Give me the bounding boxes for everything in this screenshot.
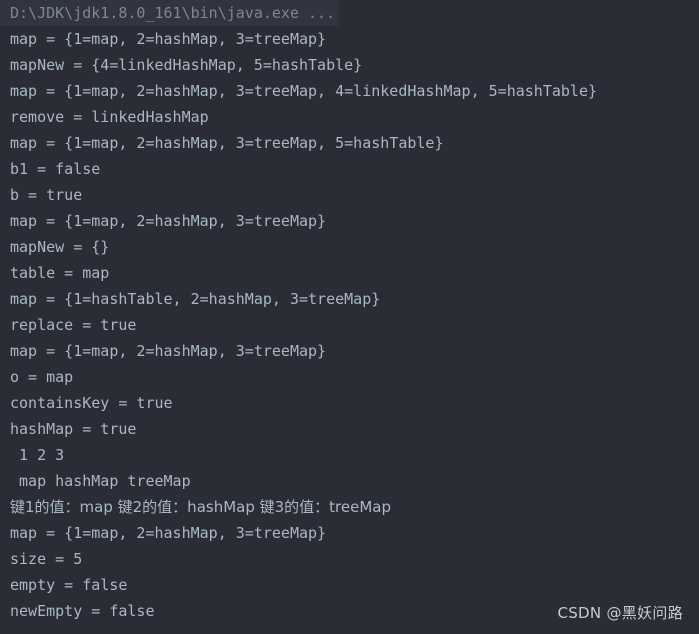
console-line: map = {1=map, 2=hashMap, 3=treeMap, 4=li… xyxy=(10,82,597,100)
console-line: hashMap = true xyxy=(10,420,137,438)
console-line: map = {1=hashTable, 2=hashMap, 3=treeMap… xyxy=(10,290,381,308)
console-line: o = map xyxy=(10,368,74,386)
console-line: table = map xyxy=(10,264,110,282)
console-line-list: D:\JDK\jdk1.8.0_161\bin\java.exe ... map… xyxy=(0,0,699,624)
console-line: map = {1=map, 2=hashMap, 3=treeMap} xyxy=(10,212,327,230)
console-line: b1 = false xyxy=(10,160,101,178)
console-line: remove = linkedHashMap xyxy=(10,108,209,126)
csdn-watermark: CSDN @黑妖问路 xyxy=(557,604,683,622)
console-line: map = {1=map, 2=hashMap, 3=treeMap} xyxy=(10,524,327,542)
command-line-row: D:\JDK\jdk1.8.0_161\bin\java.exe ... xyxy=(0,0,699,26)
console-line: map = {1=map, 2=hashMap, 3=treeMap, 5=ha… xyxy=(10,134,444,152)
console-line: empty = false xyxy=(10,576,128,594)
console-line: mapNew = {4=linkedHashMap, 5=hashTable} xyxy=(10,56,363,74)
console-line: 键1的值：map 键2的值：hashMap 键3的值：treeMap xyxy=(10,498,391,516)
output-lines-host: map = {1=map, 2=hashMap, 3=treeMap} mapNe… xyxy=(0,26,699,624)
console-line: map = {1=map, 2=hashMap, 3=treeMap} xyxy=(10,342,327,360)
console-line: map = {1=map, 2=hashMap, 3=treeMap} xyxy=(10,30,327,48)
console-line: size = 5 xyxy=(10,550,83,568)
java-command-line: D:\JDK\jdk1.8.0_161\bin\java.exe ... xyxy=(0,0,340,26)
console-line: mapNew = {} xyxy=(10,238,110,256)
console-line: replace = true xyxy=(10,316,137,334)
console-line: 1 2 3 xyxy=(10,446,65,464)
console-line: containsKey = true xyxy=(10,394,173,412)
console-line: map hashMap treeMap xyxy=(10,472,191,490)
console-line: b = true xyxy=(10,186,83,204)
console-output-panel[interactable]: D:\JDK\jdk1.8.0_161\bin\java.exe ... map… xyxy=(0,0,699,634)
